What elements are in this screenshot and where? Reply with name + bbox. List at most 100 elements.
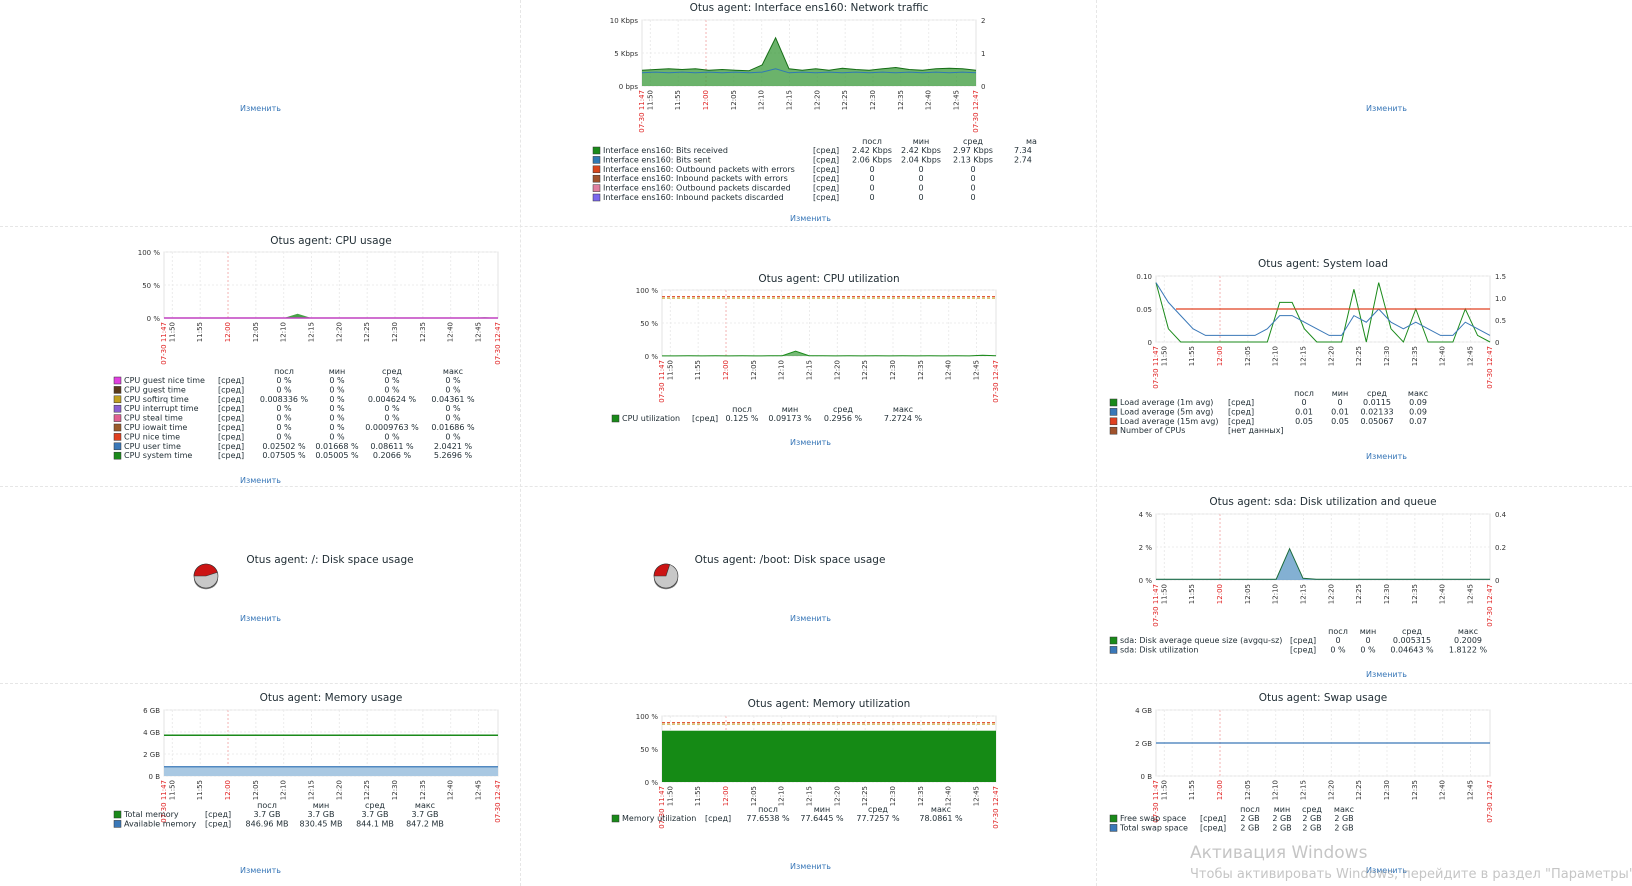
legend-series-name: Interface ens160: Bits sent bbox=[603, 155, 711, 164]
legend-series-name: sda: Disk average queue size (avgqu-sz) bbox=[1120, 636, 1282, 645]
x-tick-label: 12:15 bbox=[308, 780, 316, 800]
edit-link-cpu-utilization[interactable]: Изменить bbox=[790, 438, 831, 447]
legend-value: 0.2066 % bbox=[373, 451, 412, 460]
widget-disk-root: Otus agent: /: Disk space usage bbox=[180, 550, 510, 600]
network-traffic-graph: Otus agent: Interface ens160: Network tr… bbox=[592, 2, 1037, 202]
x-end-label: 07-30 12:47 bbox=[972, 90, 980, 133]
edit-link-memory-usage[interactable]: Изменить bbox=[240, 866, 281, 875]
grid-divider bbox=[520, 0, 521, 886]
legend-col-header: макс bbox=[1458, 627, 1478, 636]
x-tick-label: 12:10 bbox=[778, 360, 786, 380]
legend-value: 78.0861 % bbox=[919, 814, 963, 823]
legend-value: 2.74 bbox=[1014, 155, 1032, 164]
legend-swatch bbox=[113, 376, 122, 385]
x-tick-label: 12:15 bbox=[786, 90, 794, 110]
x-end-label: 07-30 12:47 bbox=[992, 360, 1000, 403]
legend-function: [сред] bbox=[1290, 636, 1316, 645]
legend-function: [сред] bbox=[218, 414, 244, 423]
legend-value: 0 bbox=[1301, 398, 1306, 407]
y-tick-label: 0 bbox=[1148, 339, 1152, 347]
x-tick-label: 12:45 bbox=[1467, 780, 1475, 800]
x-tick-label: 12:20 bbox=[335, 322, 343, 342]
x-tick-label: 12:30 bbox=[889, 786, 897, 806]
legend-function: [сред] bbox=[1200, 823, 1226, 832]
plot-area bbox=[163, 709, 499, 777]
x-tick-label: 12:10 bbox=[1272, 584, 1280, 604]
legend-value: 2.13 Kbps bbox=[953, 155, 993, 164]
x-tick-label: 12:45 bbox=[973, 786, 981, 806]
disk-boot-pie: Otus agent: /boot: Disk space usage bbox=[653, 554, 886, 590]
y-right-tick-label: 0 bbox=[1495, 339, 1499, 347]
graph-title: Otus agent: CPU usage bbox=[270, 235, 391, 247]
graph-title: Otus agent: Memory utilization bbox=[748, 698, 911, 710]
widget-system-load: Otus agent: System load 11:50 11:55 12:00 12… bbox=[1100, 256, 1520, 446]
x-tick-label: 12:20 bbox=[833, 360, 841, 380]
legend-swatch bbox=[592, 174, 601, 183]
x-tick-label: 12:45 bbox=[1467, 346, 1475, 366]
legend-value: 0 % bbox=[445, 376, 461, 385]
graph-title: Otus agent: /boot: Disk space usage bbox=[695, 554, 886, 566]
y-tick-label: 0 % bbox=[645, 353, 659, 361]
y-tick-label: 5 Kbps bbox=[614, 50, 638, 58]
legend-value: 0.07505 % bbox=[262, 451, 306, 460]
edit-link-network[interactable]: Изменить bbox=[790, 214, 831, 223]
legend-col-header: мин bbox=[814, 805, 830, 814]
x-tick-label: 12:15 bbox=[806, 360, 814, 380]
legend-value: 0.0115 bbox=[1363, 398, 1391, 407]
x-tick-label: 12:00 bbox=[1216, 346, 1224, 366]
legend-value: 0 % bbox=[445, 432, 461, 441]
legend-value: 0 % bbox=[276, 385, 292, 394]
x-tick-label: 12:40 bbox=[1439, 346, 1447, 366]
x-tick-label: 12:05 bbox=[1244, 584, 1252, 604]
legend-value: 0 % bbox=[276, 423, 292, 432]
edit-link-system-load[interactable]: Изменить bbox=[1366, 452, 1407, 461]
graph-title: Otus agent: Swap usage bbox=[1259, 692, 1387, 704]
legend-series-name: Total memory bbox=[123, 810, 179, 819]
legend-series-name: Interface ens160: Inbound packets discar… bbox=[603, 193, 784, 202]
y-tick-label: 50 % bbox=[640, 320, 658, 328]
legend-swatch bbox=[611, 414, 620, 423]
legend-swatch bbox=[113, 433, 122, 441]
graph-title: Otus agent: /: Disk space usage bbox=[246, 554, 413, 566]
legend-value: 3.7 GB bbox=[362, 810, 389, 819]
legend-swatch bbox=[592, 156, 601, 164]
x-start-label: 07-30 11:47 bbox=[1152, 346, 1160, 389]
x-tick-label: 12:45 bbox=[475, 322, 483, 342]
y-tick-label: 100 % bbox=[636, 287, 659, 295]
edit-link-empty-widget-1[interactable]: Изменить bbox=[240, 104, 281, 113]
legend-value: 0 bbox=[970, 193, 975, 202]
legend-value: 0 % bbox=[1330, 645, 1346, 654]
x-tick-label: 11:55 bbox=[1188, 780, 1196, 800]
legend-value: 2.42 Kbps bbox=[901, 146, 941, 155]
x-tick-label: 12:05 bbox=[730, 90, 738, 110]
legend-series-name: CPU user time bbox=[124, 442, 181, 451]
legend-value: 2 GB bbox=[1302, 814, 1321, 823]
edit-link-disk-boot[interactable]: Изменить bbox=[790, 614, 831, 623]
y-tick-label: 100 % bbox=[138, 249, 161, 257]
edit-link-empty-widget-2[interactable]: Изменить bbox=[1366, 104, 1407, 113]
x-tick-label: 11:55 bbox=[196, 322, 204, 342]
x-tick-label: 12:05 bbox=[750, 786, 758, 806]
legend-value: 0.004624 % bbox=[368, 395, 417, 404]
legend-function: [сред] bbox=[813, 193, 839, 202]
edit-link-memory-utilization[interactable]: Изменить bbox=[790, 862, 831, 871]
edit-link-sda[interactable]: Изменить bbox=[1366, 670, 1407, 679]
x-tick-label: 12:05 bbox=[1244, 780, 1252, 800]
x-end-label: 07-30 12:47 bbox=[1486, 346, 1494, 389]
legend-series-name: Load average (5m avg) bbox=[1120, 407, 1213, 416]
legend-value: 0 bbox=[970, 165, 975, 174]
x-tick-label: 12:05 bbox=[252, 322, 260, 342]
edit-link-disk-root[interactable]: Изменить bbox=[240, 614, 281, 623]
x-tick-label: 12:25 bbox=[861, 786, 869, 806]
legend-swatch bbox=[113, 442, 122, 451]
legend-value: 5.2696 % bbox=[434, 451, 473, 460]
edit-link-cpu-usage[interactable]: Изменить bbox=[240, 476, 281, 485]
x-tick-label: 12:35 bbox=[1411, 584, 1419, 604]
legend-col-header: макс bbox=[415, 801, 435, 810]
legend-series-name: Number of CPUs bbox=[1120, 426, 1185, 435]
legend-col-header: посл bbox=[862, 137, 882, 146]
legend-value: 0.04361 % bbox=[431, 395, 475, 404]
legend-value: 2 GB bbox=[1302, 823, 1321, 832]
legend-series-name: Load average (15m avg) bbox=[1120, 417, 1219, 426]
x-tick-label: 12:45 bbox=[973, 360, 981, 380]
